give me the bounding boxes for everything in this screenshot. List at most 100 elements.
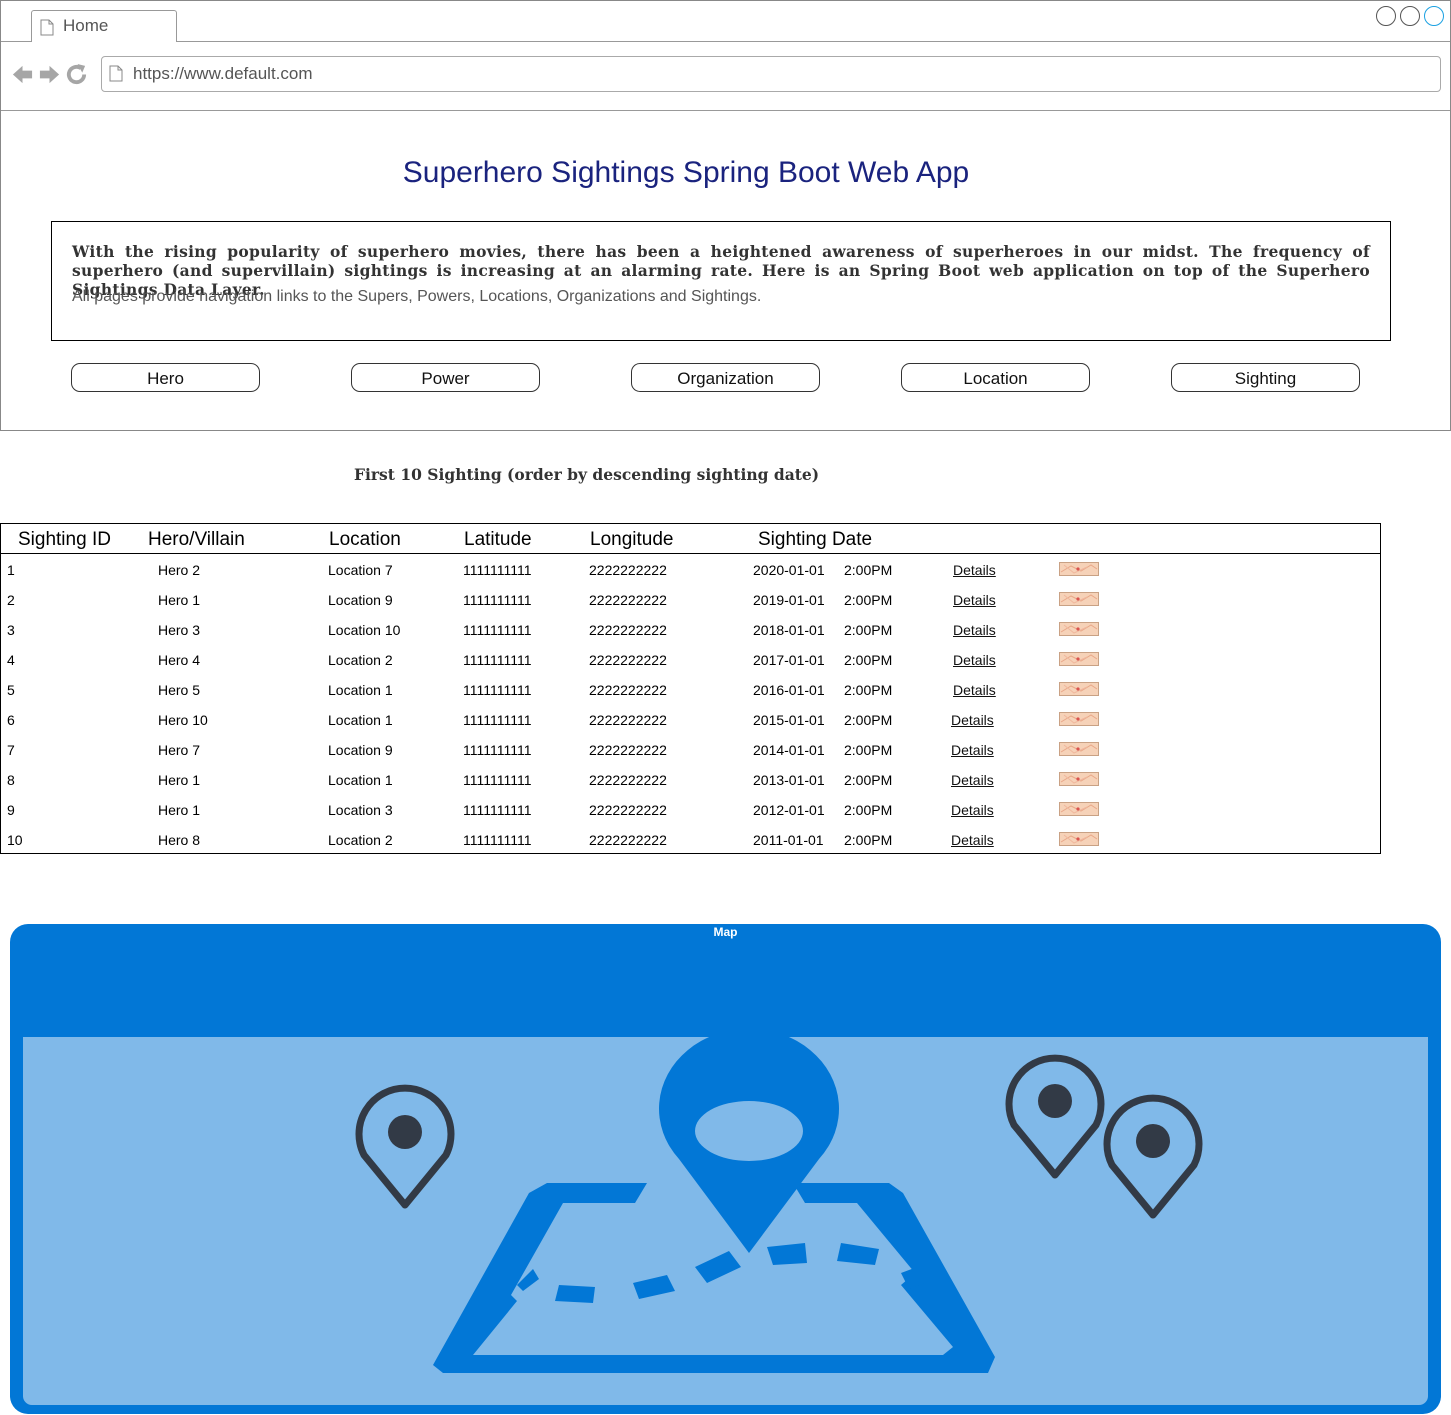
cell-latitude: 1111111111 — [463, 802, 532, 818]
cell-latitude: 1111111111 — [463, 832, 532, 848]
map-thumbnail-icon[interactable] — [1059, 562, 1099, 576]
cell-latitude: 1111111111 — [463, 742, 532, 758]
details-link[interactable]: Details — [953, 652, 996, 668]
map-thumbnail-icon[interactable] — [1059, 712, 1099, 726]
url-bar[interactable]: https://www.default.com — [101, 56, 1441, 92]
close-icon[interactable] — [1424, 6, 1444, 26]
cell-date: 2011-01-01 — [753, 832, 824, 848]
cell-hero: Hero 8 — [158, 832, 201, 848]
cell-sighting-id: 8 — [7, 772, 15, 788]
cell-sighting-id: 9 — [7, 802, 15, 818]
map-thumbnail-icon[interactable] — [1059, 832, 1099, 846]
cell-sighting-id: 6 — [7, 712, 15, 728]
cell-sighting-id: 10 — [7, 832, 23, 848]
details-link[interactable]: Details — [951, 712, 994, 728]
details-link[interactable]: Details — [953, 622, 996, 638]
cell-hero: Hero 1 — [158, 592, 201, 608]
cell-longitude: 2222222222 — [589, 742, 667, 758]
map-thumbnail-icon[interactable] — [1059, 802, 1099, 816]
cell-time: 2:00PM — [844, 682, 893, 698]
page-icon — [109, 65, 123, 82]
cell-time: 2:00PM — [844, 562, 893, 578]
cell-longitude: 2222222222 — [589, 562, 667, 578]
header-sighting-id: Sighting ID — [18, 529, 111, 550]
cell-location: Location 2 — [328, 832, 393, 848]
cell-latitude: 1111111111 — [463, 682, 532, 698]
details-link[interactable]: Details — [953, 682, 996, 698]
cell-hero: Hero 5 — [158, 682, 201, 698]
cell-time: 2:00PM — [844, 592, 893, 608]
details-link[interactable]: Details — [953, 562, 996, 578]
details-link[interactable]: Details — [951, 772, 994, 788]
cell-time: 2:00PM — [844, 742, 893, 758]
hero-button[interactable]: Hero — [71, 363, 260, 392]
tab-home[interactable]: Home — [31, 10, 177, 42]
header-latitude: Latitude — [464, 529, 532, 550]
page-icon — [40, 19, 54, 36]
window-controls — [1376, 6, 1444, 26]
map-thumbnail-icon[interactable] — [1059, 652, 1099, 666]
map-panel: Map — [10, 924, 1441, 1414]
header-hero: Hero/Villain — [148, 529, 245, 550]
restore-icon[interactable] — [1400, 6, 1420, 26]
sightings-table: Sighting ID Hero/Villain Location Latitu… — [0, 523, 1381, 854]
table-row: 4 Hero 4 Location 2 1111111111 2222222222 201… — [1, 645, 1380, 675]
details-link[interactable]: Details — [951, 802, 994, 818]
cell-longitude: 2222222222 — [589, 832, 667, 848]
details-link[interactable]: Details — [951, 742, 994, 758]
cell-hero: Hero 3 — [158, 622, 201, 638]
map-thumbnail-icon[interactable] — [1059, 772, 1099, 786]
page-title: Superhero Sightings Spring Boot Web App — [402, 156, 970, 189]
map-thumbnail-icon[interactable] — [1059, 742, 1099, 756]
table-header: Sighting ID Hero/Villain Location Latitu… — [1, 524, 1380, 554]
map-pin-icon — [1005, 1054, 1105, 1179]
cell-time: 2:00PM — [844, 712, 893, 728]
table-row: 9 Hero 1 Location 3 1111111111 2222222222 201… — [1, 795, 1380, 825]
cell-time: 2:00PM — [844, 652, 893, 668]
cell-time: 2:00PM — [844, 772, 893, 788]
cell-date: 2020-01-01 — [753, 562, 825, 578]
cell-location: Location 1 — [328, 772, 393, 788]
power-button[interactable]: Power — [351, 363, 540, 392]
reload-icon[interactable] — [65, 63, 88, 86]
cell-longitude: 2222222222 — [589, 802, 667, 818]
cell-sighting-id: 1 — [7, 562, 15, 578]
map-pin-icon — [1103, 1094, 1203, 1219]
intro-box: With the rising popularity of superhero … — [51, 221, 1391, 341]
details-link[interactable]: Details — [953, 592, 996, 608]
cell-hero: Hero 1 — [158, 772, 201, 788]
back-arrow-icon[interactable] — [11, 63, 34, 86]
forward-arrow-icon[interactable] — [38, 63, 61, 86]
map-thumbnail-icon[interactable] — [1059, 622, 1099, 636]
cell-date: 2015-01-01 — [753, 712, 825, 728]
organization-button[interactable]: Organization — [631, 363, 820, 392]
cell-date: 2019-01-01 — [753, 592, 825, 608]
table-row: 10 Hero 8 Location 2 1111111111 2222222222 20… — [1, 825, 1380, 855]
cell-location: Location 2 — [328, 652, 393, 668]
cell-latitude: 1111111111 — [463, 712, 532, 728]
header-longitude: Longitude — [590, 529, 674, 550]
minimize-icon[interactable] — [1376, 6, 1396, 26]
cell-latitude: 1111111111 — [463, 562, 532, 578]
cell-date: 2014-01-01 — [753, 742, 825, 758]
cell-date: 2018-01-01 — [753, 622, 825, 638]
cell-longitude: 2222222222 — [589, 652, 667, 668]
table-row: 8 Hero 1 Location 1 1111111111 2222222222 201… — [1, 765, 1380, 795]
map-thumbnail-icon[interactable] — [1059, 592, 1099, 606]
table-row: 3 Hero 3 Location 10 1111111111 2222222222 20… — [1, 615, 1380, 645]
cell-sighting-id: 2 — [7, 592, 15, 608]
cell-hero: Hero 10 — [158, 712, 208, 728]
location-pin-icon — [659, 1037, 839, 1253]
cell-time: 2:00PM — [844, 802, 893, 818]
cell-hero: Hero 1 — [158, 802, 201, 818]
cell-time: 2:00PM — [844, 622, 893, 638]
details-link[interactable]: Details — [951, 832, 994, 848]
cell-location: Location 7 — [328, 562, 393, 578]
location-button[interactable]: Location — [901, 363, 1090, 392]
map-pin-icon — [355, 1084, 455, 1209]
map-area[interactable] — [22, 1036, 1429, 1406]
sighting-button[interactable]: Sighting — [1171, 363, 1360, 392]
cell-hero: Hero 7 — [158, 742, 201, 758]
tab-label: Home — [63, 16, 109, 35]
map-thumbnail-icon[interactable] — [1059, 682, 1099, 696]
